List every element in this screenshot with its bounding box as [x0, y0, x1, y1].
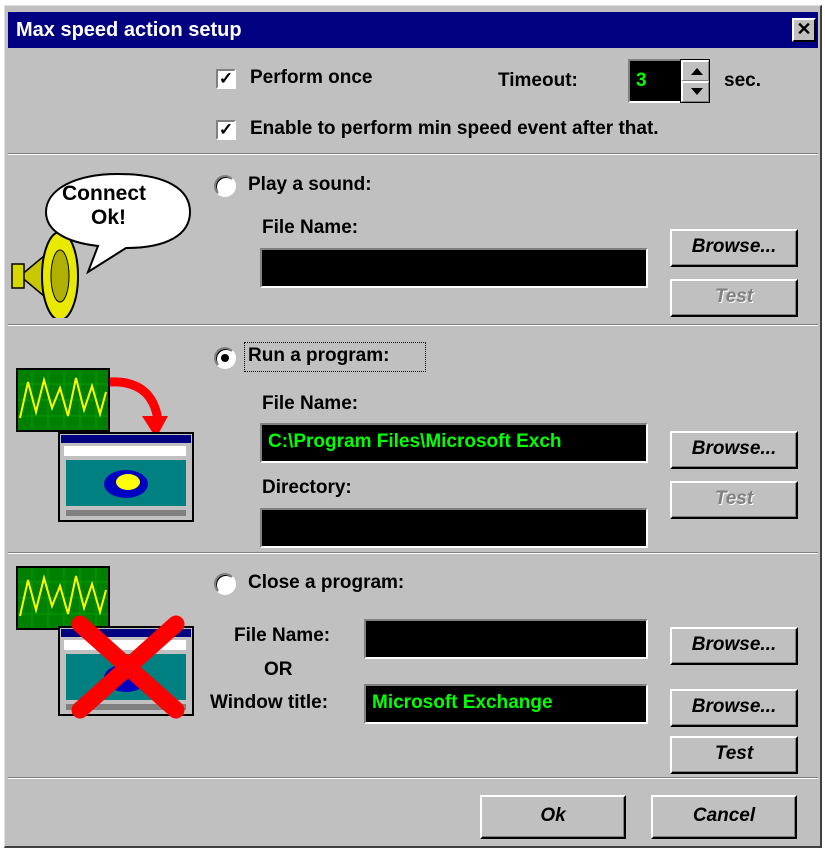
timeout-unit: sec.: [724, 70, 761, 91]
spin-down-button[interactable]: [681, 81, 709, 102]
sound-file-label: File Name:: [262, 217, 359, 238]
run-program-radio[interactable]: [214, 347, 236, 369]
run-program-label: Run a program:: [248, 345, 390, 366]
close-browse-window-button[interactable]: Browse...: [670, 689, 798, 727]
timeout-input[interactable]: 3: [628, 59, 682, 103]
close-program-label: Close a program:: [248, 572, 405, 593]
run-browse-button[interactable]: Browse...: [670, 431, 798, 469]
close-browse-file-button[interactable]: Browse...: [670, 627, 798, 665]
window-title-label: Window title:: [210, 692, 329, 713]
oscilloscope-icon: [16, 368, 110, 432]
play-sound-label: Play a sound:: [248, 174, 372, 195]
close-program-radio[interactable]: [214, 573, 236, 595]
cancel-button[interactable]: Cancel: [651, 795, 797, 839]
run-file-label: File Name:: [262, 393, 359, 414]
program-window-icon: [58, 432, 194, 522]
separator: [8, 153, 818, 155]
timeout-spinner[interactable]: [680, 59, 710, 103]
sound-file-input[interactable]: [260, 248, 648, 288]
run-file-input[interactable]: C:\Program Files\Microsoft Exch: [260, 423, 648, 463]
run-dir-label: Directory:: [262, 477, 352, 498]
enable-min-label: Enable to perform min speed event after …: [250, 118, 659, 139]
perform-once-label: Perform once: [250, 67, 373, 88]
radio-dot: [221, 354, 229, 362]
window-title: Max speed action setup: [16, 19, 242, 41]
run-dir-input[interactable]: [260, 508, 648, 548]
red-x-icon: [71, 615, 185, 719]
close-test-button[interactable]: Test: [670, 736, 798, 774]
or-label: OR: [264, 659, 293, 680]
close-file-label: File Name:: [234, 625, 331, 646]
close-icon[interactable]: ✕: [792, 18, 816, 42]
arrow-down-icon: [691, 88, 703, 95]
arrow-up-icon: [691, 68, 703, 75]
perform-once-checkbox[interactable]: ✓: [216, 69, 236, 89]
bubble-line1: Connect: [62, 182, 146, 205]
play-sound-radio[interactable]: [214, 175, 236, 197]
sound-browse-button[interactable]: Browse...: [670, 229, 798, 267]
ok-button[interactable]: Ok: [480, 795, 626, 839]
run-test-button[interactable]: Test: [670, 481, 798, 519]
separator: [8, 324, 818, 326]
bubble-line2: Ok!: [91, 206, 127, 229]
timeout-label: Timeout:: [498, 70, 578, 91]
title-bar[interactable]: Max speed action setup ✕: [8, 12, 818, 48]
separator: [8, 777, 818, 779]
enable-min-checkbox[interactable]: ✓: [216, 120, 236, 140]
sound-test-button[interactable]: Test: [670, 279, 798, 317]
window-title-input[interactable]: Microsoft Exchange: [364, 684, 648, 724]
spin-up-button[interactable]: [681, 60, 709, 81]
close-file-input[interactable]: [364, 619, 648, 659]
separator: [8, 552, 818, 554]
